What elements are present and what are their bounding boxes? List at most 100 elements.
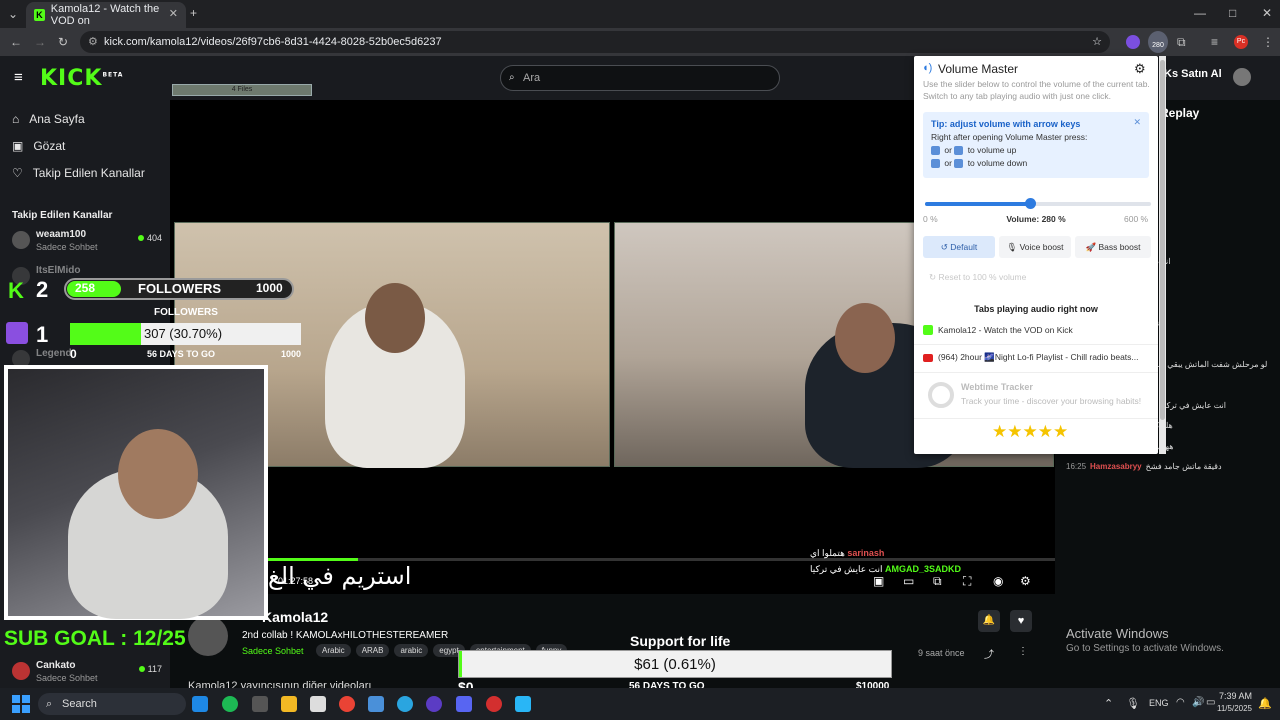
discord-icon[interactable] xyxy=(456,696,472,712)
channel-avatar[interactable] xyxy=(188,616,228,656)
app-f-icon[interactable] xyxy=(515,696,531,712)
store-icon[interactable] xyxy=(310,696,326,712)
url-field[interactable]: ⚙ kick.com/kamola12/videos/26f97cb6-8d31… xyxy=(80,31,1110,53)
tabs-title: Tabs playing audio right now xyxy=(974,304,1098,314)
stream-channel-name[interactable]: Kamola12 xyxy=(262,609,328,625)
chrome-icon[interactable] xyxy=(339,696,355,712)
chat-username[interactable]: Hamzasabryy xyxy=(1090,462,1142,471)
windows-start-icon[interactable] xyxy=(12,695,30,713)
maximize-icon[interactable]: □ xyxy=(1229,6,1236,20)
star-icon[interactable]: ★ xyxy=(1007,422,1022,441)
vm-scrollbar[interactable] xyxy=(1159,56,1166,454)
bass-boost-button[interactable]: 🚀 Bass boost xyxy=(1075,236,1151,258)
viewer-count: 404 xyxy=(137,233,162,243)
spotify-icon[interactable] xyxy=(222,696,238,712)
promo-title[interactable]: Webtime Tracker xyxy=(961,382,1033,392)
pip-icon[interactable]: ⧉ xyxy=(933,574,942,589)
follow-heart-icon[interactable]: ♥ xyxy=(1010,610,1032,632)
file-explorer-icon[interactable] xyxy=(281,696,297,712)
telegram-icon[interactable] xyxy=(397,696,413,712)
extensions-puzzle-icon[interactable]: ⧉ xyxy=(1177,35,1186,50)
back-icon[interactable]: ← xyxy=(10,35,22,49)
search-icon: ⌕ xyxy=(46,698,53,710)
notification-bell-icon[interactable]: 🔔 xyxy=(978,610,1000,632)
channel-name: ItsElMido xyxy=(36,265,81,276)
bookmark-star-icon[interactable]: ☆ xyxy=(1092,31,1102,53)
share-icon[interactable]: ⤴ xyxy=(984,646,994,661)
app-icon[interactable] xyxy=(368,696,384,712)
edge-icon[interactable] xyxy=(192,696,208,712)
audio-tab-kick[interactable]: Kamola12 - Watch the VOD on Kick xyxy=(923,325,1151,335)
followed-channel-item[interactable]: Cankato Sadece Sohbet 117 xyxy=(12,660,162,686)
volume-master-extension-icon[interactable]: 280 xyxy=(1148,31,1168,53)
extension-purple-icon[interactable] xyxy=(1126,35,1140,49)
audio-tab-youtube[interactable]: (964) 2hour 🌌Night Lo-fi Playlist - Chil… xyxy=(923,352,1151,363)
speaker-icon[interactable]: 🔊 xyxy=(1192,697,1204,708)
minimize-icon[interactable]: — xyxy=(1194,6,1206,20)
clock-time[interactable]: 7:39 AM xyxy=(1216,691,1252,701)
activate-windows-title: Activate Windows xyxy=(1066,626,1169,641)
nav-browse[interactable]: ▣ Gözat xyxy=(12,139,65,153)
followed-channel-item[interactable]: weaam100 Sadece Sohbet 404 xyxy=(12,229,162,255)
opera-icon[interactable] xyxy=(486,696,502,712)
browser-tab[interactable]: K Kamola12 - Watch the VOD on ✕ xyxy=(26,2,186,28)
settings-app-icon[interactable] xyxy=(252,696,268,712)
reset-volume-link[interactable]: ↻ Reset to 100 % volume xyxy=(929,272,1026,283)
star-icon[interactable]: ★ xyxy=(1023,422,1038,441)
webcam-head xyxy=(118,429,198,519)
close-window-icon[interactable]: ✕ xyxy=(1262,6,1272,20)
obs-icon[interactable] xyxy=(426,696,442,712)
seek-bar[interactable] xyxy=(268,558,1055,561)
twitch-max: 1000 xyxy=(281,349,302,359)
divider xyxy=(914,372,1158,373)
vm-settings-gear-icon[interactable]: ⚙ xyxy=(1134,61,1146,77)
taskbar-search[interactable]: ⌕ Search xyxy=(38,693,186,715)
hamburger-menu-icon[interactable]: ≡ xyxy=(14,69,23,86)
notification-icon[interactable]: 🔔 xyxy=(1258,697,1272,710)
settings-gear-icon[interactable]: ⚙ xyxy=(1020,574,1031,588)
media-controls-icon[interactable]: ≡ xyxy=(1211,35,1218,49)
wifi-icon[interactable]: ◠ xyxy=(1176,697,1185,708)
close-tab-icon[interactable]: ✕ xyxy=(169,7,178,20)
more-options-icon[interactable]: ⋮ xyxy=(1018,646,1028,657)
voice-boost-button[interactable]: 🎙 Voice boost xyxy=(999,236,1071,258)
reload-icon[interactable]: ↻ xyxy=(58,35,68,49)
speed-icon[interactable]: ◉ xyxy=(993,574,1003,588)
kick-logo[interactable]: KICKBETA xyxy=(40,66,123,91)
tip-close-icon[interactable]: ✕ xyxy=(1133,116,1141,129)
kick-icon xyxy=(923,325,933,335)
clip-icon[interactable]: ▣ xyxy=(873,574,884,588)
tag[interactable]: ARAB xyxy=(355,644,390,657)
kick-overlay-logo: K xyxy=(8,278,24,303)
star-icon[interactable]: ★ xyxy=(992,422,1007,441)
search-input[interactable]: ⌕ Ara xyxy=(500,65,780,91)
default-button[interactable]: ↺ Default xyxy=(923,236,995,258)
tab-search-icon[interactable]: ⌄ xyxy=(8,7,18,21)
star-icon[interactable]: ★ xyxy=(1053,422,1068,441)
theater-icon[interactable]: ▭ xyxy=(903,574,914,588)
address-bar: ← → ↻ ⚙ kick.com/kamola12/videos/26f97cb… xyxy=(0,28,1280,56)
profile-avatar[interactable]: Pc xyxy=(1234,35,1248,49)
vm-scrollbar-thumb[interactable] xyxy=(1160,60,1165,420)
tag[interactable]: Arabic xyxy=(316,644,351,657)
nav-home[interactable]: ⌂ Ana Sayfa xyxy=(12,112,85,126)
browser-menu-icon[interactable]: ⋮ xyxy=(1262,35,1274,49)
volume-slider[interactable] xyxy=(925,198,1151,209)
rating-stars[interactable]: ★★★★★ xyxy=(992,422,1068,442)
volume-slider-fill xyxy=(925,202,1031,206)
nav-following[interactable]: ♡ Takip Edilen Kanallar xyxy=(12,166,145,180)
tray-chevron-icon[interactable]: ⌃ xyxy=(1104,697,1113,710)
forward-icon[interactable]: → xyxy=(34,35,46,49)
buy-kicks-button[interactable]: Ks Satın Al xyxy=(1164,68,1222,80)
site-info-icon[interactable]: ⚙ xyxy=(88,31,98,53)
tag[interactable]: arabic xyxy=(394,644,429,657)
volume-slider-knob[interactable] xyxy=(1025,198,1037,209)
microphone-icon[interactable]: 🎙 xyxy=(1126,697,1140,710)
new-tab-icon[interactable]: + xyxy=(190,6,197,20)
fullscreen-icon[interactable]: ⛶ xyxy=(963,574,971,589)
star-icon[interactable]: ★ xyxy=(1038,422,1053,441)
language-indicator[interactable]: ENG xyxy=(1149,698,1169,708)
stream-category[interactable]: Sadece Sohbet xyxy=(242,646,304,656)
user-avatar[interactable] xyxy=(1233,68,1251,86)
clock-date[interactable]: 11/5/2025 xyxy=(1212,704,1252,713)
